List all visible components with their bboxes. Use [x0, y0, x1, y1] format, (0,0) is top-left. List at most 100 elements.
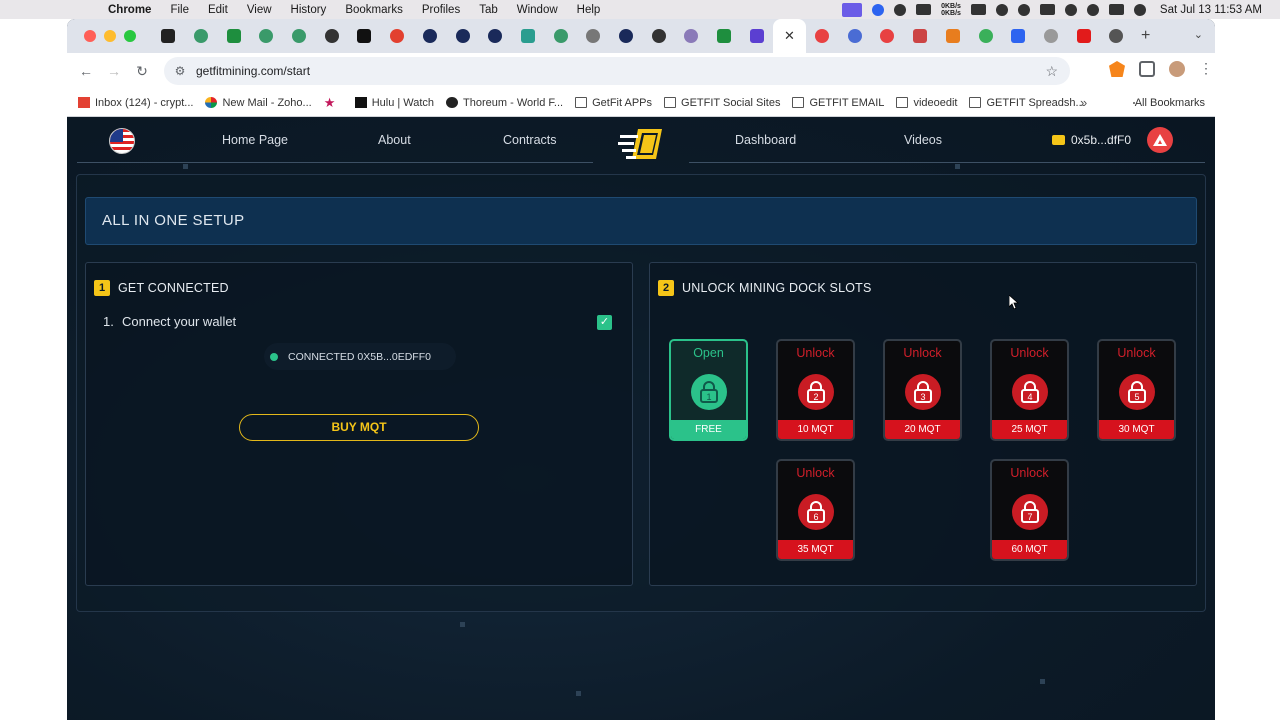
url-text[interactable]: getfitmining.com/start [196, 64, 310, 78]
camera-icon[interactable] [970, 4, 986, 15]
menu-edit[interactable]: Edit [208, 4, 228, 16]
tab[interactable] [381, 19, 414, 53]
nav-dashboard[interactable]: Dashboard [735, 133, 796, 147]
tab[interactable] [1035, 19, 1068, 53]
bookmark-folder-getfit-apps[interactable]: GetFit APPs [575, 97, 652, 109]
avalanche-network-button[interactable] [1147, 127, 1173, 153]
tab[interactable] [283, 19, 316, 53]
bookmark-hulu[interactable]: Hulu | Watch [354, 97, 434, 109]
bookmark-star[interactable]: ★ [324, 96, 343, 109]
menu-app-name[interactable]: Chrome [108, 4, 151, 16]
tab[interactable] [740, 19, 773, 53]
control-center-icon[interactable] [1108, 4, 1124, 15]
more-menu-icon[interactable]: ⋮ [1199, 61, 1213, 77]
tab[interactable] [871, 19, 904, 53]
siri-icon[interactable] [1133, 3, 1146, 16]
mining-slot-2[interactable]: Unlock 2 10 MQT [776, 339, 855, 441]
battery-icon[interactable] [1039, 4, 1055, 15]
close-tab-icon[interactable]: ✕ [784, 28, 795, 44]
menu-history[interactable]: History [291, 4, 327, 16]
mining-slot-6[interactable]: Unlock 6 35 MQT [776, 459, 855, 561]
tab[interactable] [152, 19, 185, 53]
extensions-puzzle-icon[interactable] [1139, 61, 1155, 77]
site-info-icon[interactable]: ⚙ [173, 64, 187, 78]
mining-slot-3[interactable]: Unlock 3 20 MQT [883, 339, 962, 441]
address-bar[interactable]: ⚙ getfitmining.com/start ☆ [164, 57, 1070, 85]
mining-slot-1[interactable]: Open 1 FREE [669, 339, 748, 441]
menu-view[interactable]: View [247, 4, 272, 16]
menubar-clock[interactable]: Sat Jul 13 11:53 AM [1160, 4, 1262, 16]
tab-favicon-icon [226, 29, 241, 43]
tab[interactable] [217, 19, 250, 53]
spotlight-search-icon[interactable] [1086, 3, 1099, 16]
tab[interactable] [904, 19, 937, 53]
wallet-address-button[interactable]: 0x5b...dfF0 [1052, 133, 1131, 147]
forward-arrow-icon[interactable]: → [100, 63, 128, 79]
us-flag-icon[interactable] [109, 128, 135, 154]
tab[interactable] [414, 19, 447, 53]
menu-tab[interactable]: Tab [479, 4, 498, 16]
butterfly-icon[interactable] [995, 3, 1008, 16]
tab[interactable] [610, 19, 643, 53]
menu-help[interactable]: Help [577, 4, 601, 16]
bookmark-folder-social[interactable]: GETFIT Social Sites [664, 97, 780, 109]
screen-record-icon[interactable] [842, 2, 863, 17]
minimize-window-button[interactable] [104, 30, 116, 42]
bookmark-folder-spreadsheets[interactable]: GETFIT Spreadsh... [969, 97, 1085, 109]
tab[interactable] [577, 19, 610, 53]
bookmark-thoreum[interactable]: Thoreum - World F... [446, 97, 563, 109]
tab-active[interactable]: ✕ [773, 19, 806, 53]
reload-icon[interactable]: ↻ [128, 63, 156, 80]
bookmarks-overflow-icon[interactable]: » [1080, 95, 1087, 110]
menu-file[interactable]: File [170, 4, 189, 16]
new-tab-button[interactable]: + [1133, 27, 1159, 45]
tab[interactable] [512, 19, 545, 53]
tab[interactable] [675, 19, 708, 53]
play-icon[interactable] [1017, 3, 1030, 16]
tab[interactable] [1002, 19, 1035, 53]
bookmark-folder-videoedit[interactable]: videoedit [896, 97, 957, 109]
tab[interactable] [969, 19, 1002, 53]
grammarly-icon[interactable] [894, 3, 907, 16]
bookmark-folder-email[interactable]: GETFIT EMAIL [792, 97, 884, 109]
tab[interactable] [838, 19, 871, 53]
mining-slot-4[interactable]: Unlock 4 25 MQT [990, 339, 1069, 441]
tab[interactable] [642, 19, 675, 53]
nav-home-page[interactable]: Home Page [222, 133, 288, 147]
tab[interactable] [708, 19, 741, 53]
tab[interactable] [185, 19, 218, 53]
menu-bookmarks[interactable]: Bookmarks [345, 4, 403, 16]
tab-search-chevron-icon[interactable]: ⌄ [1194, 28, 1203, 41]
tab[interactable] [446, 19, 479, 53]
buy-mqt-button[interactable]: BUY MQT [239, 414, 479, 441]
tab[interactable] [806, 19, 839, 53]
menu-profiles[interactable]: Profiles [422, 4, 460, 16]
zoom-window-button[interactable] [124, 30, 136, 42]
bookmark-star-icon[interactable]: ☆ [1045, 63, 1058, 80]
tab[interactable] [937, 19, 970, 53]
tab[interactable] [1067, 19, 1100, 53]
wifi-icon[interactable] [1064, 3, 1077, 16]
close-window-button[interactable] [84, 30, 96, 42]
zoom-icon[interactable] [872, 3, 885, 16]
profile-avatar[interactable] [1169, 61, 1185, 77]
tab[interactable] [1100, 19, 1133, 53]
all-bookmarks-folder[interactable]: All Bookmarks [1132, 97, 1205, 109]
site-logo-icon[interactable] [618, 125, 664, 165]
nav-contracts[interactable]: Contracts [503, 133, 557, 147]
back-arrow-icon[interactable]: ← [72, 63, 100, 79]
tab[interactable] [544, 19, 577, 53]
mining-slot-7[interactable]: Unlock 7 60 MQT [990, 459, 1069, 561]
metamask-extension-icon[interactable] [1109, 61, 1125, 77]
bookmark-gmail[interactable]: Inbox (124) - crypt... [78, 97, 193, 109]
nav-about[interactable]: About [378, 133, 411, 147]
nav-videos[interactable]: Videos [904, 133, 942, 147]
menu-window[interactable]: Window [517, 4, 558, 16]
tab[interactable] [348, 19, 381, 53]
tab[interactable] [479, 19, 512, 53]
tab[interactable] [315, 19, 348, 53]
bookmark-zoho[interactable]: New Mail - Zoho... [205, 97, 312, 109]
mining-slot-5[interactable]: Unlock 5 30 MQT [1097, 339, 1176, 441]
shield-icon[interactable] [916, 4, 932, 15]
tab[interactable] [250, 19, 283, 53]
